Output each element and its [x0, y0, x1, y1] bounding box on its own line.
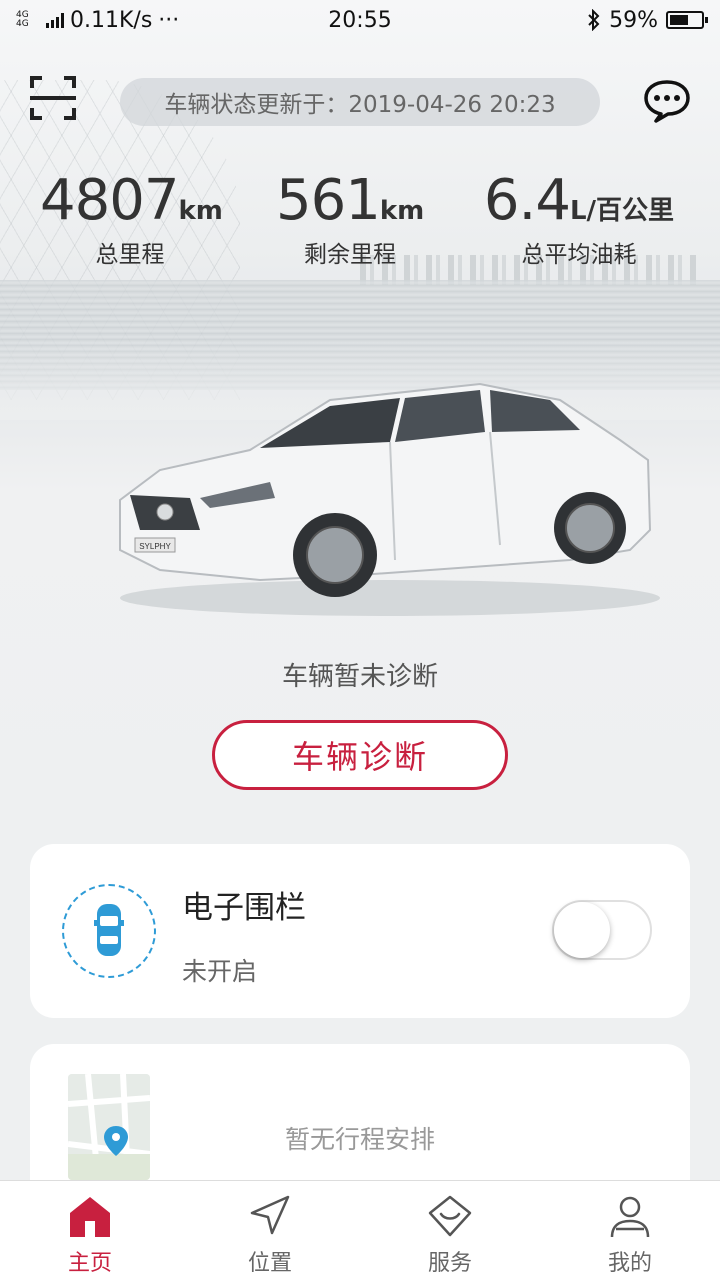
stat-unit: km — [178, 196, 223, 226]
geofence-card[interactable]: 电子围栏 未开启 — [30, 844, 690, 1018]
car-top-icon — [94, 904, 124, 956]
user-icon — [610, 1196, 650, 1238]
license-plate: SYLPHY — [139, 542, 171, 551]
signal-icon — [46, 12, 64, 28]
stat-label: 剩余里程 — [304, 242, 396, 268]
battery-icon — [666, 11, 708, 29]
tab-profile[interactable]: 我的 — [540, 1181, 720, 1280]
vehicle-update-time: 车辆状态更新于：2019-04-26 20:23 — [120, 78, 600, 126]
average-fuel-consumption: 6.4L/百公里 总平均油耗 — [478, 168, 680, 269]
tab-location[interactable]: 位置 — [180, 1181, 360, 1280]
geofence-title: 电子围栏 — [182, 890, 306, 926]
diagnosis-status: 车辆暂未诊断 — [281, 662, 438, 692]
network-type: 4G 4G — [16, 10, 29, 29]
bluetooth-icon — [588, 9, 600, 31]
tab-label: 主页 — [67, 1251, 112, 1276]
service-icon — [428, 1195, 472, 1237]
stat-label: 总里程 — [95, 242, 165, 268]
remaining-range: 561km 剩余里程 — [276, 168, 424, 269]
tab-label: 位置 — [247, 1251, 292, 1276]
tab-service[interactable]: 服务 — [360, 1181, 540, 1280]
trip-empty-text: 暂无行程安排 — [284, 1125, 435, 1154]
chat-bubble-icon[interactable] — [642, 78, 692, 124]
stat-unit: L/百公里 — [569, 196, 675, 226]
clock: 20:55 — [328, 7, 392, 33]
stat-value: 6.4 — [483, 168, 571, 233]
stat-value: 561 — [276, 168, 381, 233]
toggle-knob — [554, 902, 610, 958]
tab-home[interactable]: 主页 — [0, 1181, 180, 1280]
stat-value: 4807 — [40, 168, 180, 233]
geofence-status: 未开启 — [182, 957, 258, 986]
navigation-icon — [250, 1195, 290, 1235]
more-indicator: ··· — [158, 7, 180, 33]
home-icon — [70, 1197, 110, 1237]
stat-unit: km — [379, 196, 425, 226]
tab-label: 服务 — [427, 1251, 472, 1276]
geofence-toggle[interactable] — [552, 900, 652, 960]
bottom-tab-bar: 主页 位置 服务 我的 — [0, 1180, 720, 1280]
scan-icon[interactable] — [30, 76, 76, 120]
battery-percent: 59% — [609, 7, 658, 33]
geofence-icon — [62, 884, 156, 978]
network-speed: 0.11K/s — [70, 7, 153, 33]
total-mileage: 4807km 总里程 — [40, 168, 223, 269]
car-image: SYLPHY — [119, 382, 660, 616]
vehicle-diagnosis-button[interactable]: 车辆诊断 — [212, 720, 508, 790]
tab-label: 我的 — [607, 1251, 652, 1276]
stat-label: 总平均油耗 — [521, 242, 637, 268]
status-bar: 4G 4G 0.11K/s ··· 20:55 59% — [0, 0, 720, 40]
